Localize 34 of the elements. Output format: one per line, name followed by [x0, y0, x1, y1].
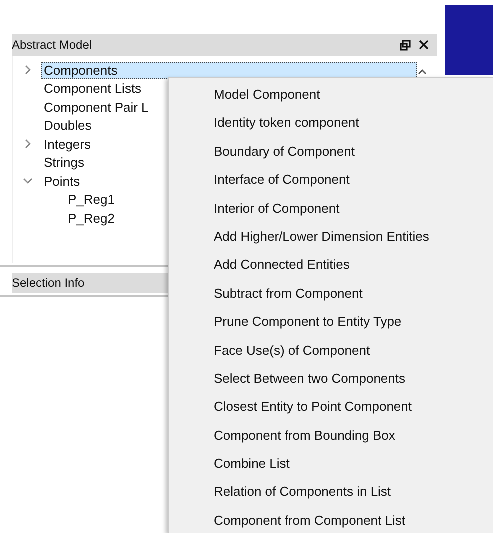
menu-item[interactable]: Model Component [169, 81, 493, 110]
chevron-icon[interactable] [23, 139, 33, 150]
side-panel [445, 5, 493, 75]
menu-item[interactable]: Component from Bounding Box [169, 422, 493, 450]
menu-item[interactable]: Relation of Components in List [169, 478, 493, 507]
menu-item[interactable]: Identity token component [169, 109, 493, 138]
menu-item[interactable]: Interface of Component [169, 166, 493, 195]
close-icon[interactable] [419, 40, 429, 50]
tree-item[interactable]: P_Reg1 [65, 191, 118, 208]
menu-item[interactable]: Face Use(s) of Component [169, 336, 493, 365]
tree-item[interactable]: Component Lists [41, 80, 145, 98]
scroll-up-icon[interactable] [418, 69, 427, 75]
menu-item[interactable]: Subtract from Component [169, 280, 493, 308]
panel-title: Abstract Model [12, 38, 94, 52]
tree-item[interactable]: Component Pair L [41, 98, 152, 116]
menu-item[interactable]: Combine List [169, 450, 493, 478]
tree-item[interactable]: Components [41, 62, 417, 79]
float-icon[interactable] [400, 40, 411, 50]
tree-item[interactable]: Doubles [41, 117, 95, 134]
tree-item[interactable]: Integers [41, 136, 94, 153]
menu-item[interactable]: Interior of Component [169, 194, 493, 223]
menu-item[interactable]: Select Between two Components [169, 364, 493, 394]
menu-item[interactable]: Prune Component to Entity Type [169, 308, 493, 337]
menu-item[interactable]: Add Higher/Lower Dimension Entities [169, 222, 493, 252]
tree-item[interactable]: P_Reg2 [65, 210, 118, 227]
tree-item[interactable]: Points [41, 172, 84, 190]
menu-item[interactable]: Component from Component List [169, 506, 493, 533]
menu-item[interactable]: Closest Entity to Point Component [169, 393, 493, 422]
menu-item[interactable]: Boundary of Component [169, 138, 493, 166]
menu-item[interactable]: Add Connected Entities [169, 251, 493, 280]
chevron-icon[interactable] [23, 65, 33, 76]
panel-title: Selection Info [12, 276, 86, 290]
tree-item[interactable]: Strings [41, 154, 88, 172]
chevron-icon[interactable] [23, 176, 33, 186]
